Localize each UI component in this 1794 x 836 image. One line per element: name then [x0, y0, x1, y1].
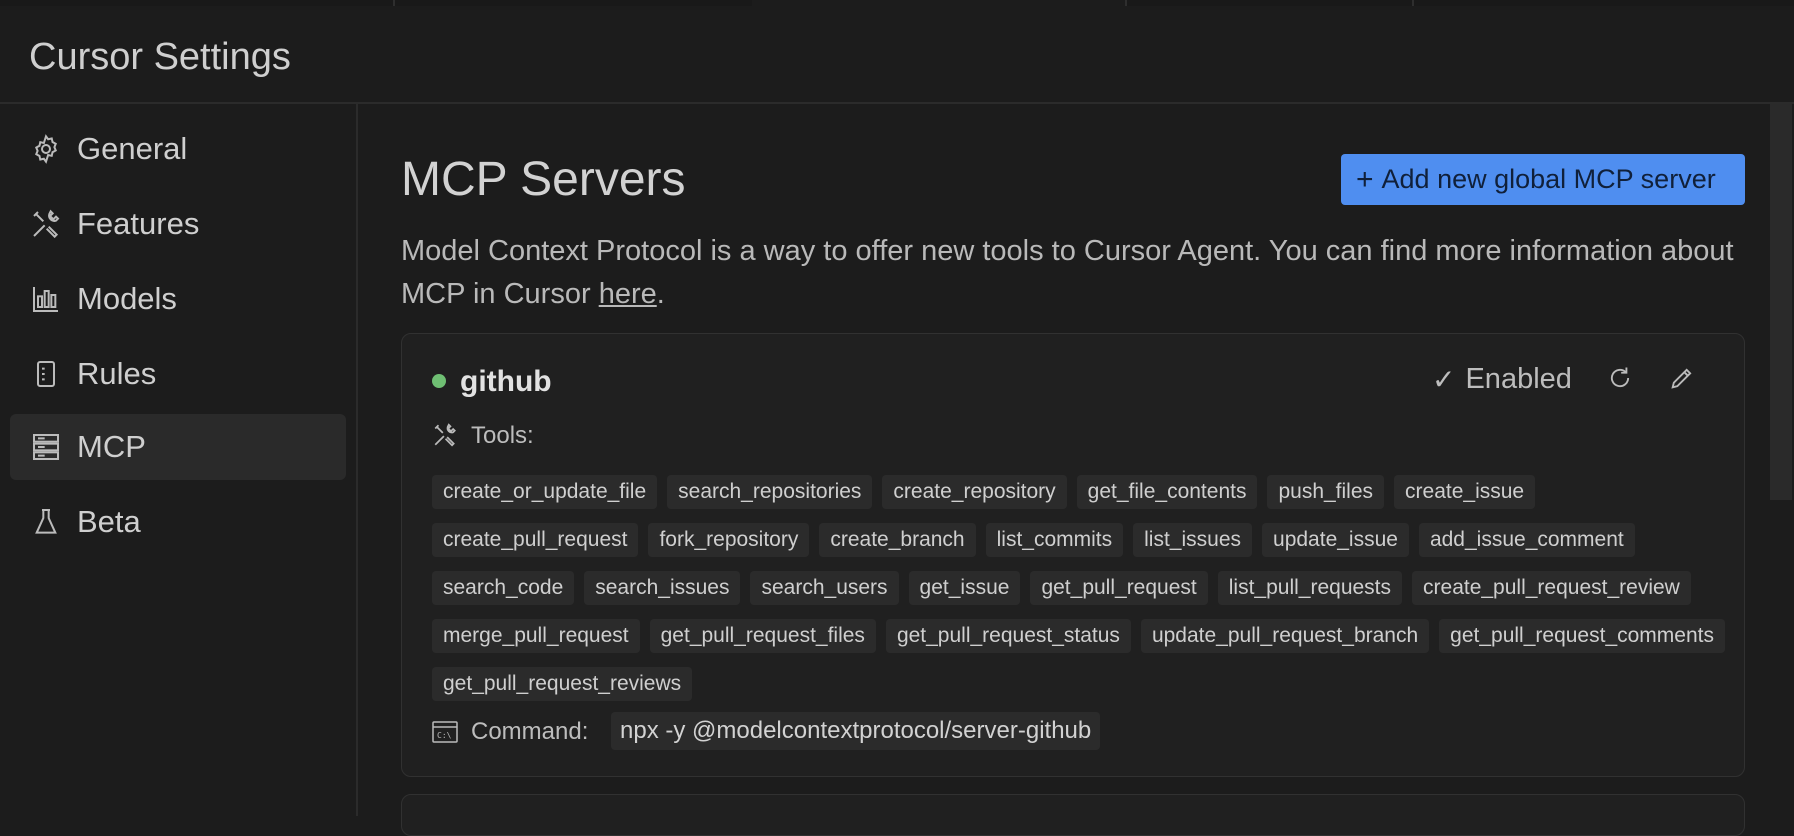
plus-icon: + — [1356, 162, 1374, 196]
sidebar-item-mcp[interactable]: MCP — [10, 414, 346, 480]
bar-chart-icon — [33, 287, 58, 312]
sidebar-item-label: General — [77, 131, 188, 166]
check-icon: ✓ — [1432, 364, 1456, 395]
sidebar-item-features[interactable]: Features — [10, 191, 346, 257]
status-dot — [432, 374, 446, 388]
mcp-server-card: github ✓ Enabled Tools: create_or_update… — [401, 333, 1745, 777]
sidebar-item-label: MCP — [77, 429, 146, 464]
add-button-label: Add new global MCP server — [1381, 164, 1716, 194]
tool-chip[interactable]: search_issues — [584, 571, 741, 605]
command-label: Command: — [471, 718, 589, 745]
settings-sidebar: General Features Models Rules MCP Beta — [0, 104, 358, 816]
svg-text:C:\: C:\ — [437, 731, 452, 740]
sidebar-item-general[interactable]: General — [10, 116, 346, 182]
flask-icon — [35, 509, 57, 534]
section-description: Model Context Protocol is a way to offer… — [401, 230, 1791, 316]
scrollbar-thumb[interactable] — [1770, 104, 1792, 500]
tools-label: Tools: — [471, 422, 534, 449]
server-name: github — [460, 365, 552, 398]
section-title: MCP Servers — [401, 153, 686, 206]
tool-chip[interactable]: search_repositories — [667, 475, 873, 509]
tool-chip[interactable]: list_pull_requests — [1217, 571, 1403, 605]
settings-header: Cursor Settings — [0, 6, 1794, 104]
add-global-mcp-server-button[interactable]: + Add new global MCP server — [1341, 154, 1745, 205]
tool-chip[interactable]: add_issue_comment — [1418, 523, 1635, 557]
tool-chip[interactable]: create_pull_request — [432, 523, 639, 557]
tool-chip[interactable]: search_code — [432, 571, 575, 605]
enabled-label: Enabled — [1465, 363, 1572, 395]
more-info-link[interactable]: here — [599, 278, 657, 310]
tool-chip[interactable]: fork_repository — [648, 523, 810, 557]
tools-icon — [434, 423, 456, 447]
tool-chip[interactable]: list_issues — [1133, 523, 1253, 557]
server-stack-icon — [33, 434, 59, 460]
tool-chip[interactable]: get_pull_request_files — [649, 619, 876, 653]
tool-chip-list: create_or_update_file search_repositories… — [432, 475, 1732, 701]
tool-chip[interactable]: push_files — [1267, 475, 1385, 509]
tool-chip[interactable]: list_commits — [985, 523, 1124, 557]
tool-chip[interactable]: get_pull_request_reviews — [432, 667, 693, 701]
tool-chip[interactable]: create_issue — [1394, 475, 1536, 509]
next-server-card — [401, 794, 1745, 836]
tool-chip[interactable]: update_issue — [1262, 523, 1409, 557]
description-end: . — [656, 278, 665, 310]
tool-chip[interactable]: search_users — [750, 571, 899, 605]
tool-chip[interactable]: get_pull_request — [1030, 571, 1208, 605]
tool-chip[interactable]: create_or_update_file — [432, 475, 658, 509]
command-value: npx -y @modelcontextprotocol/server-gith… — [611, 712, 1101, 750]
sidebar-item-models[interactable]: Models — [10, 266, 346, 332]
sidebar-item-rules[interactable]: Rules — [10, 341, 346, 407]
edit-pencil-icon[interactable] — [1668, 364, 1696, 392]
settings-content: MCP Servers + Add new global MCP server … — [358, 104, 1794, 836]
tools-icon — [33, 209, 60, 239]
gear-icon — [35, 134, 57, 164]
tool-chip[interactable]: get_file_contents — [1076, 475, 1258, 509]
rules-document-icon — [37, 361, 55, 387]
enabled-toggle[interactable]: ✓ Enabled — [1432, 363, 1572, 396]
refresh-icon[interactable] — [1606, 364, 1634, 392]
tool-chip[interactable]: update_pull_request_branch — [1140, 619, 1430, 653]
tool-chip[interactable]: create_repository — [882, 475, 1067, 509]
tool-chip[interactable]: get_pull_request_comments — [1439, 619, 1725, 653]
tool-chip[interactable]: create_branch — [819, 523, 976, 557]
page-title: Cursor Settings — [29, 36, 291, 78]
terminal-command-icon: C:\ — [432, 721, 458, 743]
tool-chip[interactable]: merge_pull_request — [432, 619, 640, 653]
sidebar-item-label: Beta — [77, 504, 141, 539]
sidebar-item-label: Rules — [77, 356, 157, 391]
sidebar-item-beta[interactable]: Beta — [10, 489, 346, 555]
sidebar-item-label: Features — [77, 206, 200, 241]
tool-chip[interactable]: get_issue — [908, 571, 1021, 605]
tool-chip[interactable]: create_pull_request_review — [1412, 571, 1691, 605]
sidebar-item-label: Models — [77, 281, 177, 316]
tool-chip[interactable]: get_pull_request_status — [885, 619, 1131, 653]
